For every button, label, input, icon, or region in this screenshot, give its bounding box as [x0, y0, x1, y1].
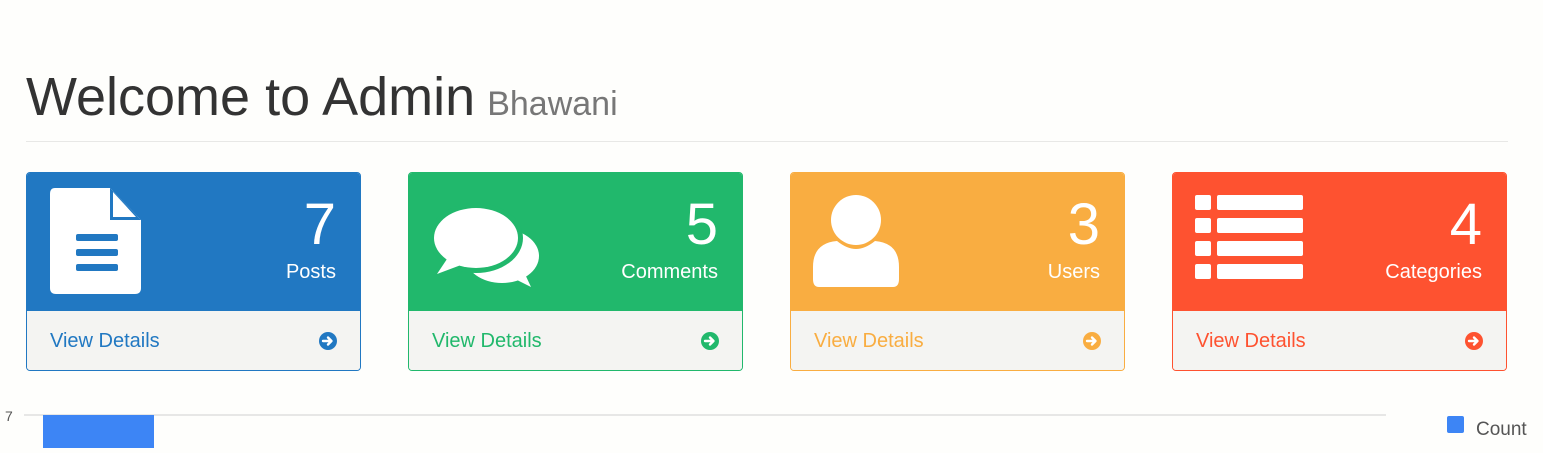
page-title: Welcome to Admin Bhawani [26, 66, 1508, 135]
user-icon [813, 195, 899, 287]
posts-count: 7 [303, 192, 336, 257]
users-panel: 3 Users View Details [790, 172, 1125, 371]
users-count: 3 [1067, 192, 1100, 257]
posts-label: Posts [285, 261, 336, 283]
page-header: Welcome to Admin Bhawani [26, 66, 1508, 142]
page-title-text: Welcome to Admin [26, 67, 476, 127]
view-details-label: View Details [50, 330, 160, 352]
comments-icon [431, 203, 539, 287]
categories-label: Categories [1385, 261, 1482, 283]
legend-label: Count [1476, 419, 1527, 440]
comments-count: 5 [685, 192, 718, 257]
categories-panel: 4 Categories View Details [1172, 172, 1507, 371]
view-details-label: View Details [432, 330, 542, 352]
arrow-circle-right-icon [1083, 332, 1101, 350]
posts-panel: 7 Posts View Details [26, 172, 361, 371]
view-details-label: View Details [814, 330, 924, 352]
arrow-circle-right-icon [319, 332, 337, 350]
users-panel-heading: 3 Users [791, 173, 1124, 311]
categories-count: 4 [1449, 192, 1482, 257]
comments-panel: 5 Comments View Details [408, 172, 743, 371]
view-details-label: View Details [1196, 330, 1306, 352]
posts-panel-heading: 7 Posts [27, 173, 360, 311]
comments-label: Comments [621, 261, 718, 283]
comments-view-details-link[interactable]: View Details [409, 311, 742, 370]
categories-panel-heading: 4 Categories [1173, 173, 1506, 311]
categories-view-details-link[interactable]: View Details [1173, 311, 1506, 370]
count-chart: 7 Count [0, 400, 1543, 448]
chart-bar[interactable] [43, 415, 154, 448]
arrow-circle-right-icon [701, 332, 719, 350]
count-chart-svg: 7 Count [5, 408, 1527, 448]
page-subtitle: Bhawani [487, 85, 618, 123]
comments-panel-heading: 5 Comments [409, 173, 742, 311]
posts-view-details-link[interactable]: View Details [27, 311, 360, 370]
arrow-circle-right-icon [1465, 332, 1483, 350]
users-view-details-link[interactable]: View Details [791, 311, 1124, 370]
users-label: Users [1047, 261, 1100, 283]
list-icon [1195, 195, 1303, 279]
legend-swatch [1447, 416, 1464, 433]
file-text-icon [50, 188, 141, 294]
y-tick-label: 7 [5, 408, 13, 424]
